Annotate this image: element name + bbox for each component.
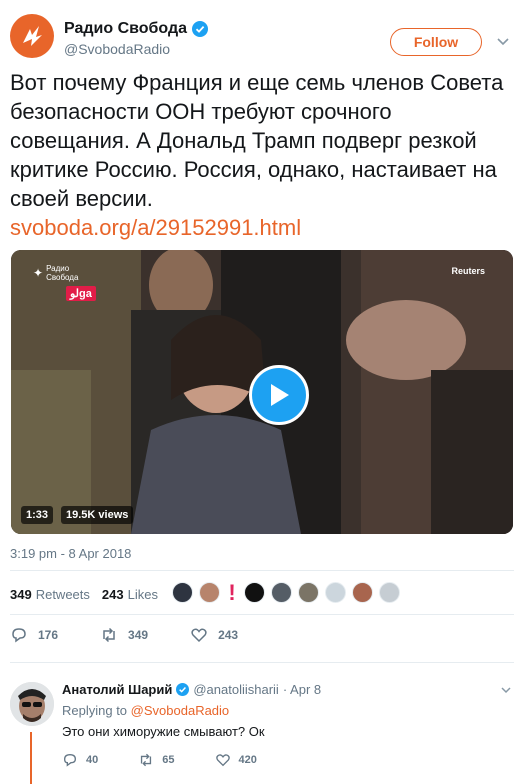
reply-author-handle[interactable]: @anatoliisharii [193,682,278,697]
video-player[interactable]: ✦ Радио Свобода لوga Reuters 1:33 19.5K … [11,250,513,534]
retweet-icon [141,753,152,767]
channel-logo: لوga [66,286,96,301]
play-button[interactable] [249,365,309,425]
reply-author-name[interactable]: Анатолий Шарий [62,682,172,697]
liker-avatar[interactable]: ! [226,582,238,604]
replying-to-handle[interactable]: @SvobodaRadio [131,703,229,718]
thread-line [30,732,32,784]
follow-button[interactable]: Follow [390,28,482,56]
radio-svoboda-watermark: ✦ Радио Свобода [33,264,78,282]
liker-avatar[interactable] [244,582,265,603]
radio-svoboda-avatar[interactable] [10,14,54,58]
liker-avatar[interactable] [199,582,220,603]
author-handle[interactable]: @SvobodaRadio [64,41,208,57]
reply-author-avatar[interactable] [10,682,54,726]
chevron-down-icon[interactable] [498,682,514,698]
liker-avatar[interactable] [172,582,193,603]
tweet-stats: 349 Retweets 243 Likes [10,580,170,608]
reply-count: 176 [38,628,59,642]
retweet-count: 65 [162,754,175,766]
likes-count: 243 [101,586,124,602]
tweet-text: Вот почему Франция и еще семь членов Сов… [10,70,504,211]
tweet-actions: 176 349 243 [10,626,280,644]
liker-avatar[interactable] [271,582,292,603]
verified-badge-icon [176,683,190,696]
like-button[interactable]: 420 [215,752,257,768]
heart-icon [191,628,207,643]
retweet-count: 349 [128,628,149,642]
chevron-down-icon[interactable] [494,32,512,50]
divider [10,662,514,663]
divider [10,570,514,571]
tweet-link[interactable]: svoboda.org/a/29152991.html [10,213,514,242]
reply-date[interactable]: · Apr 8 [283,682,321,697]
reply-actions: 40 65 420 [62,752,297,768]
watermark-line2: Свобода [46,273,79,282]
retweets-count: 349 [10,586,32,602]
like-count: 420 [238,754,257,766]
like-button[interactable]: 243 [190,626,238,644]
retweet-button[interactable]: 65 [138,752,175,768]
radio-svoboda-logo-icon [23,26,42,46]
retweet-button[interactable]: 349 [100,626,148,644]
likers-avatars: ! [172,582,400,604]
likes-label: Likes [127,586,158,602]
tweet-timestamp[interactable]: 3:19 pm - 8 Apr 2018 [10,546,131,561]
replying-prefix: Replying to [62,703,128,718]
reply-icon [63,753,77,767]
reply-header: Анатолий Шарий @anatoliisharii · Apr 8 [62,682,321,697]
retweet-icon [103,627,115,643]
liker-avatar[interactable] [379,582,400,603]
play-icon [271,384,289,406]
retweets-label: Retweets [35,586,90,602]
watermark-line1: Радио [46,264,70,273]
liker-avatar[interactable] [325,582,346,603]
reply-icon [12,628,26,643]
reply-tweet[interactable]: Анатолий Шарий @anatoliisharii · Apr 8 R… [0,670,524,784]
like-count: 243 [218,628,239,642]
liker-avatar[interactable] [298,582,319,603]
reply-button[interactable]: 176 [10,626,58,644]
video-duration: 1:33 [21,506,54,524]
author-display-name[interactable]: Радио Свобода [64,20,209,38]
tweet-body: Вот почему Франция и еще семь членов Сов… [10,68,514,242]
reply-count: 40 [86,754,99,766]
divider [10,614,514,615]
heart-icon [215,754,230,767]
retweets-stat[interactable]: 349 Retweets [10,587,90,602]
reply-text: Это они химоружие смывают? Ок [62,724,265,739]
video-views: 19.5K views [61,506,134,524]
likes-stat[interactable]: 243 Likes [102,587,158,602]
watermark-logo-icon: ✦ [33,265,44,280]
tweet-header: Радио Свобода @SvobodaRadio Follow [10,14,514,62]
author-block[interactable]: Радио Свобода @SvobodaRadio [64,20,209,57]
author-name[interactable]: Радио Свобода [64,20,187,38]
verified-badge-icon [192,21,209,37]
replying-to: Replying to @SvobodaRadio [62,703,229,718]
reply-avatar-image [10,682,54,726]
reply-button[interactable]: 40 [62,752,98,768]
liker-avatar[interactable] [352,582,373,603]
reuters-credit: Reuters [451,266,485,276]
